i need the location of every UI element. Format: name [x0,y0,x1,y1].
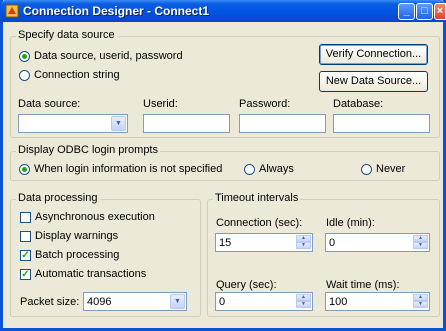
window-title: Connection Designer - Connect1 [23,4,210,18]
warnings-label: Display warnings [35,230,119,242]
new-data-source-label: New Data Source... [325,75,422,87]
batch-checkbox[interactable]: ✓ [20,250,31,261]
spinner-arrows-icon[interactable]: ▲ ▼ [413,235,428,250]
wait-time-spinner[interactable]: 100 ▲ ▼ [325,292,430,311]
query-timeout-spinner[interactable]: 0 ▲ ▼ [215,292,313,311]
chevron-down-icon[interactable]: ▼ [170,294,185,309]
warnings-checkbox[interactable] [20,231,31,242]
new-data-source-button[interactable]: New Data Source... [319,71,428,92]
odbc-not-specified-label: When login information is not specified [34,163,223,175]
minimize-button[interactable]: _ [398,3,415,20]
connection-timeout-spinner[interactable]: 15 ▲ ▼ [215,233,313,252]
radio-odbc-never[interactable] [361,164,372,175]
odbc-never-label: Never [376,163,406,175]
query-timeout-value: 0 [219,296,226,308]
wait-time-value: 100 [329,296,348,308]
wait-time-label: Wait time (ms): [326,279,400,291]
radio-connection-string[interactable] [19,70,30,81]
database-input[interactable] [333,114,430,133]
radio-odbc-not-specified[interactable] [19,164,30,175]
chevron-down-icon[interactable]: ▼ [111,116,126,131]
password-input[interactable] [239,114,326,133]
connection-timeout-label: Connection (sec): [216,217,303,229]
verify-connection-button[interactable]: Verify Connection... [319,44,428,65]
radio-conn-label: Connection string [34,69,120,81]
spinner-arrows-icon[interactable]: ▲ ▼ [296,294,311,309]
timeout-legend: Timeout intervals [213,192,301,204]
autotrans-label: Automatic transactions [35,268,147,280]
async-checkbox[interactable] [20,212,31,223]
specify-data-source-legend: Specify data source [16,29,117,41]
datasource-label: Data source: [18,98,81,110]
data-processing-legend: Data processing [16,192,100,204]
packet-size-dropdown[interactable]: 4096 ▼ [83,292,187,311]
close-button[interactable]: × [434,3,446,20]
idle-timeout-label: Idle (min): [326,217,375,229]
userid-input[interactable] [143,114,230,133]
spinner-arrows-icon[interactable]: ▲ ▼ [296,235,311,250]
batch-label: Batch processing [35,249,120,261]
radio-dsn-userid-password[interactable] [19,51,30,62]
idle-timeout-spinner[interactable]: 0 ▲ ▼ [325,233,430,252]
app-icon [5,4,19,18]
database-label: Database: [333,98,384,110]
odbc-legend: Display ODBC login prompts [16,144,160,156]
radio-odbc-always[interactable] [244,164,255,175]
password-label: Password: [239,98,291,110]
odbc-always-label: Always [259,163,294,175]
idle-timeout-value: 0 [329,237,336,249]
maximize-button[interactable]: □ [416,3,433,20]
radio-dsn-label: Data source, userid, password [34,50,183,62]
userid-label: Userid: [143,98,178,110]
title-bar[interactable]: Connection Designer - Connect1 _ □ × [0,0,446,22]
packet-size-label: Packet size: [20,296,80,308]
packet-size-value: 4096 [87,296,112,308]
autotrans-checkbox[interactable]: ✓ [20,269,31,280]
spinner-arrows-icon[interactable]: ▲ ▼ [413,294,428,309]
async-label: Asynchronous execution [35,211,155,223]
verify-connection-label: Verify Connection... [325,48,422,60]
connection-designer-window: Connection Designer - Connect1 _ □ × Spe… [0,0,446,331]
connection-timeout-value: 15 [219,237,232,249]
datasource-dropdown[interactable]: ▼ [18,114,128,133]
query-timeout-label: Query (sec): [216,279,277,291]
